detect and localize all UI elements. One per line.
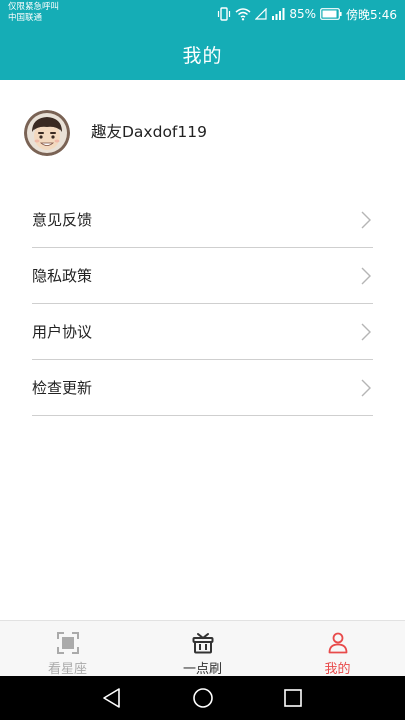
- bottom-tab-bar: 看星座 一点刷 我的: [0, 620, 405, 677]
- tab-horoscope[interactable]: 看星座: [0, 621, 135, 677]
- back-icon[interactable]: [102, 687, 122, 713]
- menu-item-label: 隐私政策: [32, 267, 93, 285]
- gift-box-icon: [192, 631, 214, 654]
- battery-percent: 85%: [289, 7, 317, 21]
- page-title: 我的: [182, 44, 223, 67]
- app-header: 我的: [0, 28, 405, 80]
- avatar-icon: [24, 110, 70, 156]
- tab-label: 看星座: [47, 662, 87, 677]
- tab-me[interactable]: 我的: [270, 621, 405, 677]
- scan-frame-icon: [56, 631, 79, 654]
- tab-label: 我的: [324, 662, 351, 677]
- signal-icon-1: [255, 8, 267, 20]
- menu-item-check-update[interactable]: 检查更新: [32, 360, 373, 416]
- menu-item-label: 检查更新: [32, 379, 93, 397]
- profile-section[interactable]: 趣友Daxdof119: [0, 100, 405, 166]
- menu-item-label: 意见反馈: [32, 211, 93, 229]
- clock: 傍晚5:46: [346, 7, 397, 22]
- menu-item-label: 用户协议: [32, 323, 93, 341]
- system-nav-bar: [0, 676, 405, 720]
- tab-quick-swipe[interactable]: 一点刷: [135, 621, 270, 677]
- battery-icon: [320, 8, 342, 20]
- carrier-info: 仅限紧急呼叫 中国联通: [8, 2, 59, 24]
- wifi-icon: [235, 7, 251, 21]
- user-icon: [328, 631, 348, 654]
- chevron-right-icon: [361, 323, 371, 345]
- recents-icon[interactable]: [283, 687, 303, 713]
- status-bar: 仅限紧急呼叫 中国联通 85% 傍晚5:46: [0, 0, 405, 28]
- tab-label: 一点刷: [182, 662, 222, 677]
- chevron-right-icon: [361, 267, 371, 289]
- menu-item-feedback[interactable]: 意见反馈: [32, 192, 373, 248]
- signal-icon-2: [271, 8, 285, 20]
- username: 趣友Daxdof119: [91, 123, 207, 141]
- menu-item-user-agreement[interactable]: 用户协议: [32, 304, 373, 360]
- menu-item-privacy-policy[interactable]: 隐私政策: [32, 248, 373, 304]
- chevron-right-icon: [361, 379, 371, 401]
- carrier-line-2: 中国联通: [8, 13, 43, 23]
- carrier-line-1: 仅限紧急呼叫: [8, 2, 60, 12]
- settings-menu: 意见反馈 隐私政策 用户协议 检查更新: [32, 192, 373, 416]
- chevron-right-icon: [361, 211, 371, 233]
- status-icons: 85% 傍晚5:46: [217, 6, 397, 22]
- avatar[interactable]: [24, 110, 70, 156]
- home-icon[interactable]: [192, 687, 214, 713]
- vibrate-icon: [217, 7, 231, 21]
